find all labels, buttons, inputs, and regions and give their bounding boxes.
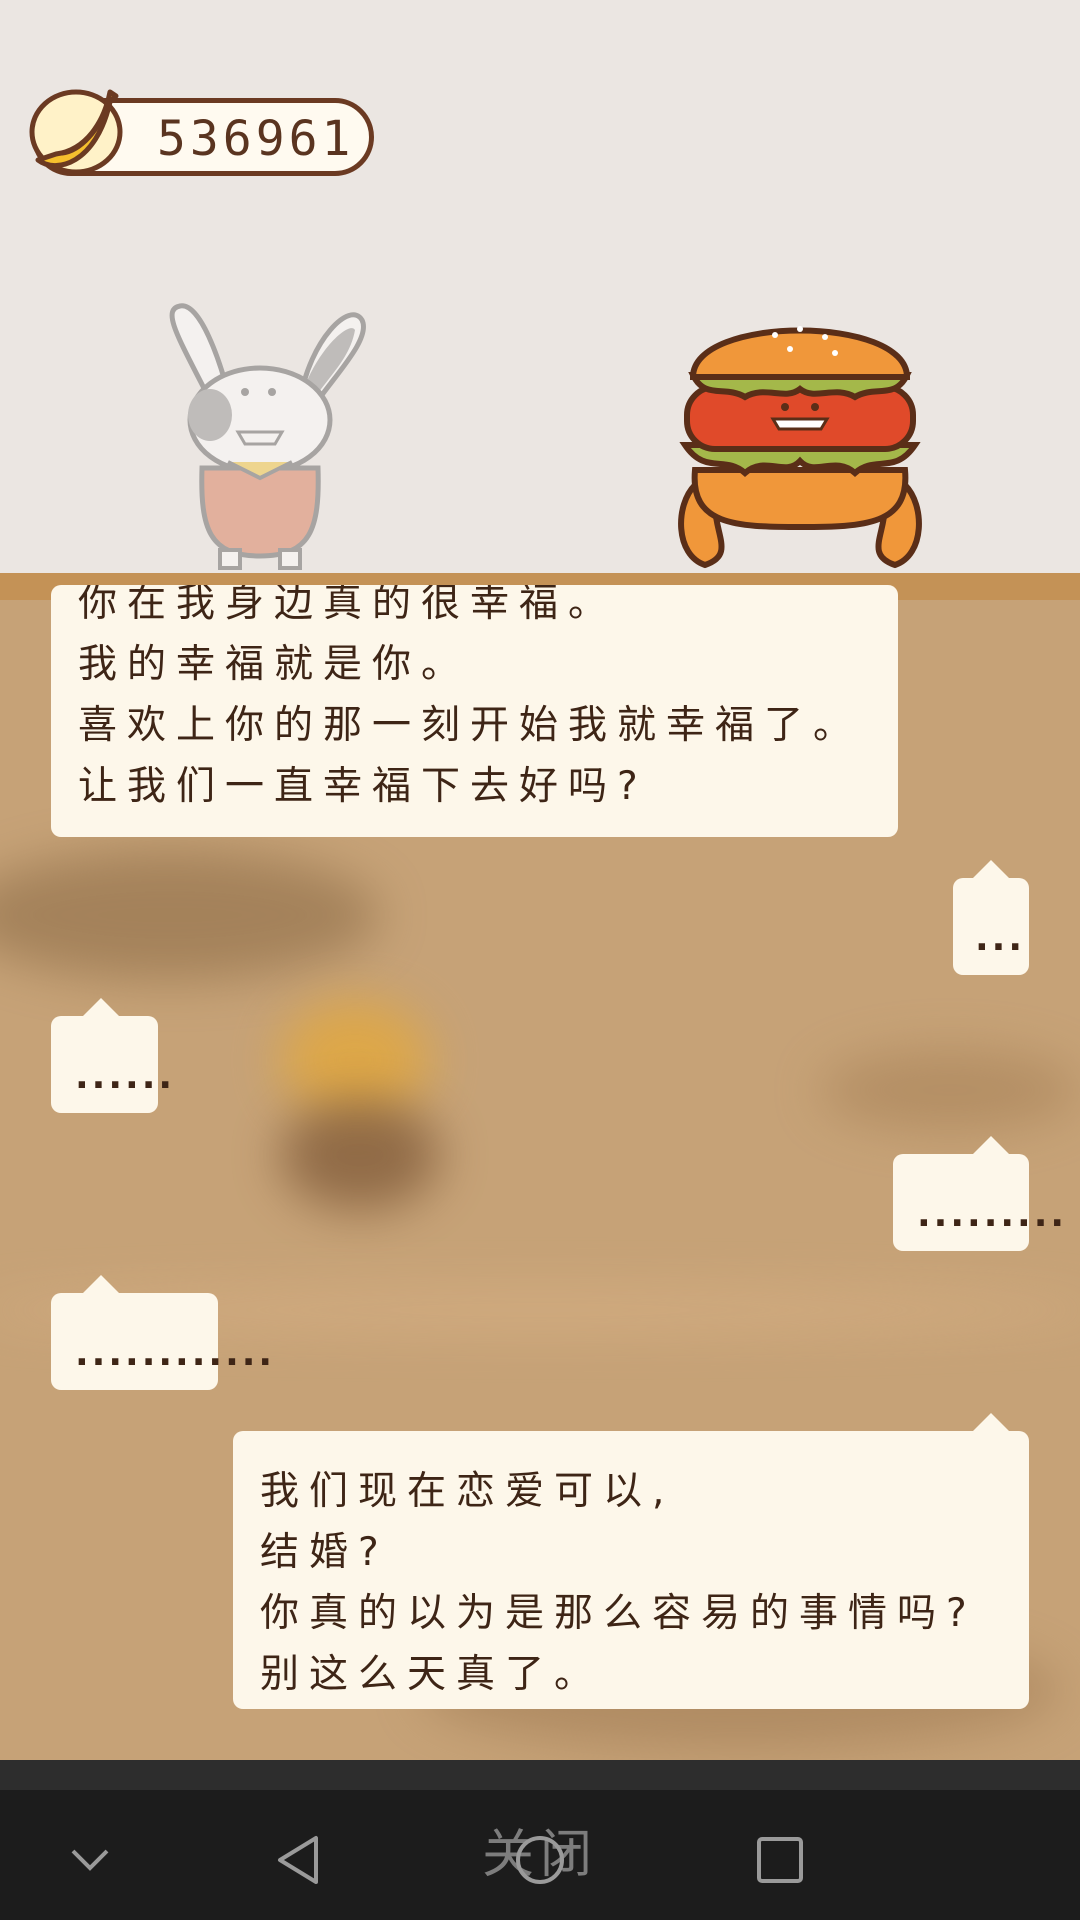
home-circle-icon[interactable] [500, 1820, 580, 1900]
message-line: 结婚? [260, 1530, 389, 1575]
top-scene: 536961 [0, 0, 1080, 573]
recents-square-icon[interactable] [740, 1820, 820, 1900]
message-line: 你在我身边真的很幸福。 [78, 585, 618, 626]
chat-bubble-left: ............ [51, 1275, 272, 1390]
message-line: 我的幸福就是你。 [78, 642, 471, 687]
background-blur [820, 1050, 1080, 1130]
chat-bubble-right: ......... [893, 1136, 1064, 1251]
chat-bubble-left: ...... [51, 998, 172, 1113]
message-text: ...... [75, 1056, 176, 1097]
rabbit-character [169, 303, 366, 570]
background-blur [0, 850, 380, 980]
message-line: 喜欢上你的那一刻开始我就幸福了。 [78, 703, 863, 748]
message-line: 你真的以为是那么容易的事情吗? [260, 1591, 977, 1636]
chevron-down-icon[interactable] [50, 1820, 130, 1900]
message-text: ... [975, 918, 1026, 959]
back-triangle-icon[interactable] [260, 1820, 340, 1900]
chat-bubble-right: ... [953, 860, 1029, 975]
message-line: 别这么天真了。 [260, 1652, 604, 1697]
message-text: ............ [75, 1333, 276, 1374]
chat-bubble-left: 你在我身边真的很幸福。 我的幸福就是你。 喜欢上你的那一刻开始我就幸福了。 让我… [51, 585, 898, 837]
banana-count: 536961 [157, 111, 355, 167]
banana-icon [29, 89, 123, 175]
burger-character [678, 326, 922, 569]
message-line: 我们现在恋爱可以, [260, 1469, 675, 1514]
message-line: 让我们一直幸福下去好吗? [78, 764, 648, 809]
background-blur [280, 1100, 440, 1210]
chat-bubble-right: 我们现在恋爱可以, 结婚? 你真的以为是那么容易的事情吗? 别这么天真了。 [233, 1413, 1029, 1709]
message-text: ......... [917, 1194, 1068, 1235]
navigation-bar: 关闭 [0, 1790, 1080, 1920]
status-strip [0, 1760, 1080, 1790]
